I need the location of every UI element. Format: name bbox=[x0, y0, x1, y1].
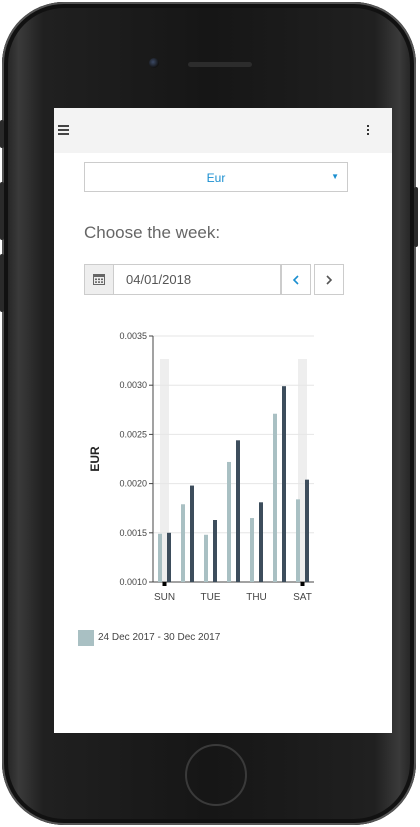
week-label: Choose the week: bbox=[84, 223, 221, 242]
bar-mon-series-2[interactable] bbox=[190, 485, 194, 582]
home-button[interactable] bbox=[185, 744, 247, 806]
currency-select[interactable]: Eur ▼ bbox=[84, 162, 348, 192]
y-tick-label: 0.0020 bbox=[119, 479, 147, 489]
y-axis-label: EUR bbox=[88, 446, 102, 472]
earpiece-speaker bbox=[188, 62, 252, 67]
y-tick-label: 0.0010 bbox=[119, 577, 147, 587]
legend-label: 24 Dec 2017 - 30 Dec 2017 bbox=[98, 632, 221, 643]
volume-down-button bbox=[0, 254, 4, 312]
bar-wed-series-1[interactable] bbox=[227, 461, 231, 582]
y-tick-label: 0.0015 bbox=[119, 528, 147, 538]
date-input[interactable] bbox=[113, 264, 281, 295]
more-vert-icon[interactable] bbox=[367, 125, 370, 135]
bar-mon-series-1[interactable] bbox=[181, 504, 185, 582]
x-tick-label: TUE bbox=[201, 592, 221, 603]
bar-sat-series-2[interactable] bbox=[305, 479, 309, 582]
front-camera bbox=[149, 58, 159, 68]
next-week-button[interactable] bbox=[314, 264, 344, 295]
app-screen: Eur ▼ Choose the week: 04/01/2018 0.0010… bbox=[54, 108, 392, 733]
hamburger-icon[interactable] bbox=[58, 125, 69, 135]
legend-swatch[interactable] bbox=[78, 630, 94, 646]
chevron-left-icon bbox=[292, 274, 299, 285]
bar-sun-series-2[interactable] bbox=[167, 532, 171, 582]
bar-tue-series-1[interactable] bbox=[204, 534, 208, 582]
x-tick-label: SUN bbox=[154, 592, 175, 603]
bar-thu-series-1[interactable] bbox=[250, 518, 254, 582]
bar-sat-series-1[interactable] bbox=[296, 499, 300, 582]
previous-week-button[interactable] bbox=[281, 264, 311, 295]
y-tick-label: 0.0030 bbox=[119, 380, 147, 390]
app-bar bbox=[54, 108, 392, 153]
y-tick-label: 0.0025 bbox=[119, 429, 147, 439]
power-button bbox=[414, 187, 418, 247]
chevron-right-icon bbox=[326, 274, 333, 285]
x-tick-label: THU bbox=[246, 592, 267, 603]
selected-day-marker bbox=[162, 582, 167, 586]
caret-down-icon: ▼ bbox=[331, 172, 339, 181]
mute-switch bbox=[0, 120, 4, 148]
bar-sun-series-1[interactable] bbox=[158, 533, 162, 582]
x-tick-label: SAT bbox=[293, 592, 312, 603]
bar-thu-series-2[interactable] bbox=[259, 502, 263, 582]
bar-fri-series-1[interactable] bbox=[273, 413, 277, 582]
exchange-rate-bar-chart: 0.0010 0.0015 0.0020 0.0025 0.0030 0.0035 SUN T… bbox=[88, 331, 314, 603]
y-tick-label: 0.0035 bbox=[119, 331, 147, 341]
calendar-icon[interactable] bbox=[84, 264, 114, 295]
bar-fri-series-2[interactable] bbox=[282, 386, 286, 582]
bar-wed-series-2[interactable] bbox=[236, 440, 240, 582]
bar-tue-series-2[interactable] bbox=[213, 520, 217, 582]
currency-select-value: Eur bbox=[206, 171, 226, 185]
selected-day-marker bbox=[300, 582, 305, 586]
volume-up-button bbox=[0, 182, 4, 240]
